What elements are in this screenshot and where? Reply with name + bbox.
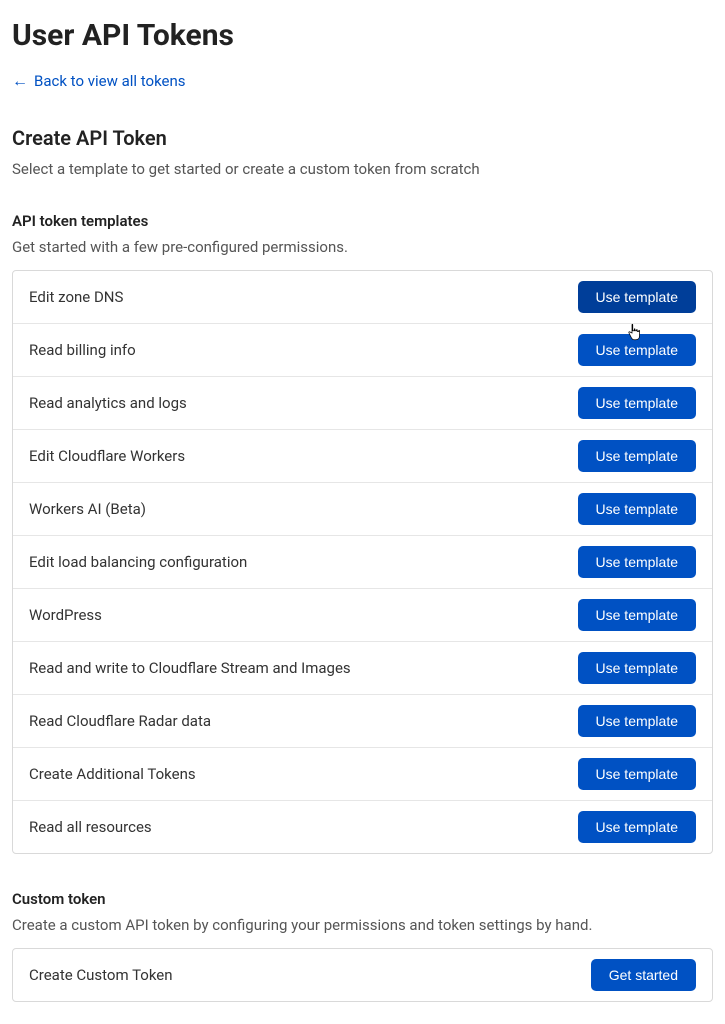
use-template-button[interactable]: Use template (578, 758, 696, 790)
templates-subsection-title: API token templates (12, 212, 713, 230)
use-template-button[interactable]: Use template (578, 334, 696, 366)
template-row: Edit Cloudflare Workers Use template (13, 430, 712, 483)
template-label: Edit zone DNS (29, 288, 123, 306)
template-row: Create Additional Tokens Use template (13, 748, 712, 801)
template-row: WordPress Use template (13, 589, 712, 642)
use-template-button[interactable]: Use template (578, 546, 696, 578)
template-label: WordPress (29, 606, 102, 624)
use-template-button[interactable]: Use template (578, 387, 696, 419)
use-template-button[interactable]: Use template (578, 493, 696, 525)
use-template-button[interactable]: Use template (578, 652, 696, 684)
template-label: Read all resources (29, 818, 152, 836)
use-template-button[interactable]: Use template (578, 811, 696, 843)
templates-subsection-desc: Get started with a few pre-configured pe… (12, 238, 713, 256)
template-label: Workers AI (Beta) (29, 500, 146, 518)
arrow-left-icon: ← (12, 73, 28, 89)
use-template-button[interactable]: Use template (578, 440, 696, 472)
create-section-title: Create API Token (12, 126, 713, 150)
use-template-button[interactable]: Use template (578, 705, 696, 737)
template-label: Read Cloudflare Radar data (29, 712, 211, 730)
template-list: Edit zone DNSUse templateRead billing in… (12, 270, 713, 854)
template-row: Read all resources Use template (13, 801, 712, 853)
custom-token-row: Create Custom Token Get started (13, 949, 712, 1001)
template-label: Read and write to Cloudflare Stream and … (29, 659, 351, 677)
use-template-button[interactable]: Use template (578, 599, 696, 631)
template-label: Read billing info (29, 341, 136, 359)
page-title: User API Tokens (12, 18, 713, 53)
get-started-button[interactable]: Get started (591, 959, 696, 991)
template-row: Read analytics and logs Use template (13, 377, 712, 430)
template-label: Edit Cloudflare Workers (29, 447, 185, 465)
template-row: Workers AI (Beta) Use template (13, 483, 712, 536)
back-link[interactable]: ← Back to view all tokens (12, 72, 186, 90)
template-row: Read and write to Cloudflare Stream and … (13, 642, 712, 695)
template-row: Read Cloudflare Radar data Use template (13, 695, 712, 748)
custom-list: Create Custom Token Get started (12, 948, 713, 1002)
custom-subsection-title: Custom token (12, 890, 713, 908)
template-label: Read analytics and logs (29, 394, 187, 412)
use-template-button[interactable]: Use template (578, 281, 696, 313)
template-label: Create Additional Tokens (29, 765, 196, 783)
custom-token-label: Create Custom Token (29, 966, 173, 984)
template-label: Edit load balancing configuration (29, 553, 247, 571)
template-row: Edit load balancing configuration Use tem… (13, 536, 712, 589)
template-row: Edit zone DNS Use template (13, 271, 712, 324)
back-link-label: Back to view all tokens (34, 72, 186, 90)
create-section-desc: Select a template to get started or crea… (12, 160, 713, 178)
template-row: Read billing info Use template (13, 324, 712, 377)
custom-subsection-desc: Create a custom API token by configuring… (12, 916, 713, 934)
